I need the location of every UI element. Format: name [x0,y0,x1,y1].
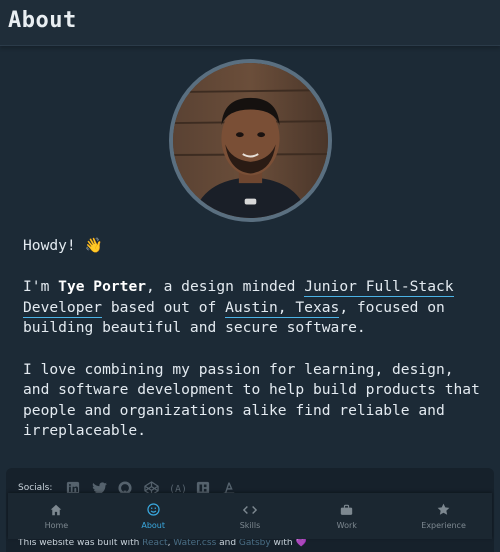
greeting-text: Howdy! 👋 [23,237,103,254]
built-prefix: This website was built with [18,538,143,548]
avatar [169,59,332,222]
nav-label-skills: Skills [239,520,261,530]
nav-label-about: About [141,520,166,530]
passion-paragraph: I love combining my passion for learning… [23,360,480,440]
briefcase-icon [340,503,354,517]
nav-item-work[interactable]: Work [299,493,395,539]
profile-photo [173,63,328,218]
nav-label-work: Work [336,520,357,530]
nav-label-home: Home [44,520,69,530]
intro-prefix: I'm [23,278,59,296]
star-icon [437,503,451,517]
intro-mid: , a design minded [146,278,305,296]
intro-based: based out of [102,298,226,316]
react-link[interactable]: React [142,538,167,548]
nav-label-experience: Experience [421,520,466,530]
bottom-nav: Home About Skills Work Experience [8,493,492,539]
built-with: with [270,538,296,548]
watercss-link[interactable]: Water.css [173,538,216,548]
gatsby-link[interactable]: Gatsby [239,538,271,548]
nav-item-experience[interactable]: Experience [396,493,492,539]
code-icon [242,503,257,517]
app-header: About [0,0,500,46]
home-icon [49,503,63,517]
nav-item-home[interactable]: Home [8,493,104,539]
nav-item-skills[interactable]: Skills [202,493,298,539]
intro-paragraph: I'm Tye Porter, a design minded Junior F… [23,277,483,339]
bio-section: Howdy! 👋 I'm Tye Porter, a design minded… [23,236,483,463]
page-title: About [8,8,77,33]
socials-label: Socials: [18,483,53,493]
location-link[interactable]: Austin, Texas [225,298,340,318]
built-and: and [216,538,239,548]
name-text: Tye Porter [58,278,147,296]
smiley-icon [146,503,160,517]
nav-item-about[interactable]: About [105,493,201,539]
heart-icon: 💜 [295,538,307,548]
built-with-text: This website was built with React, Water… [18,538,307,548]
